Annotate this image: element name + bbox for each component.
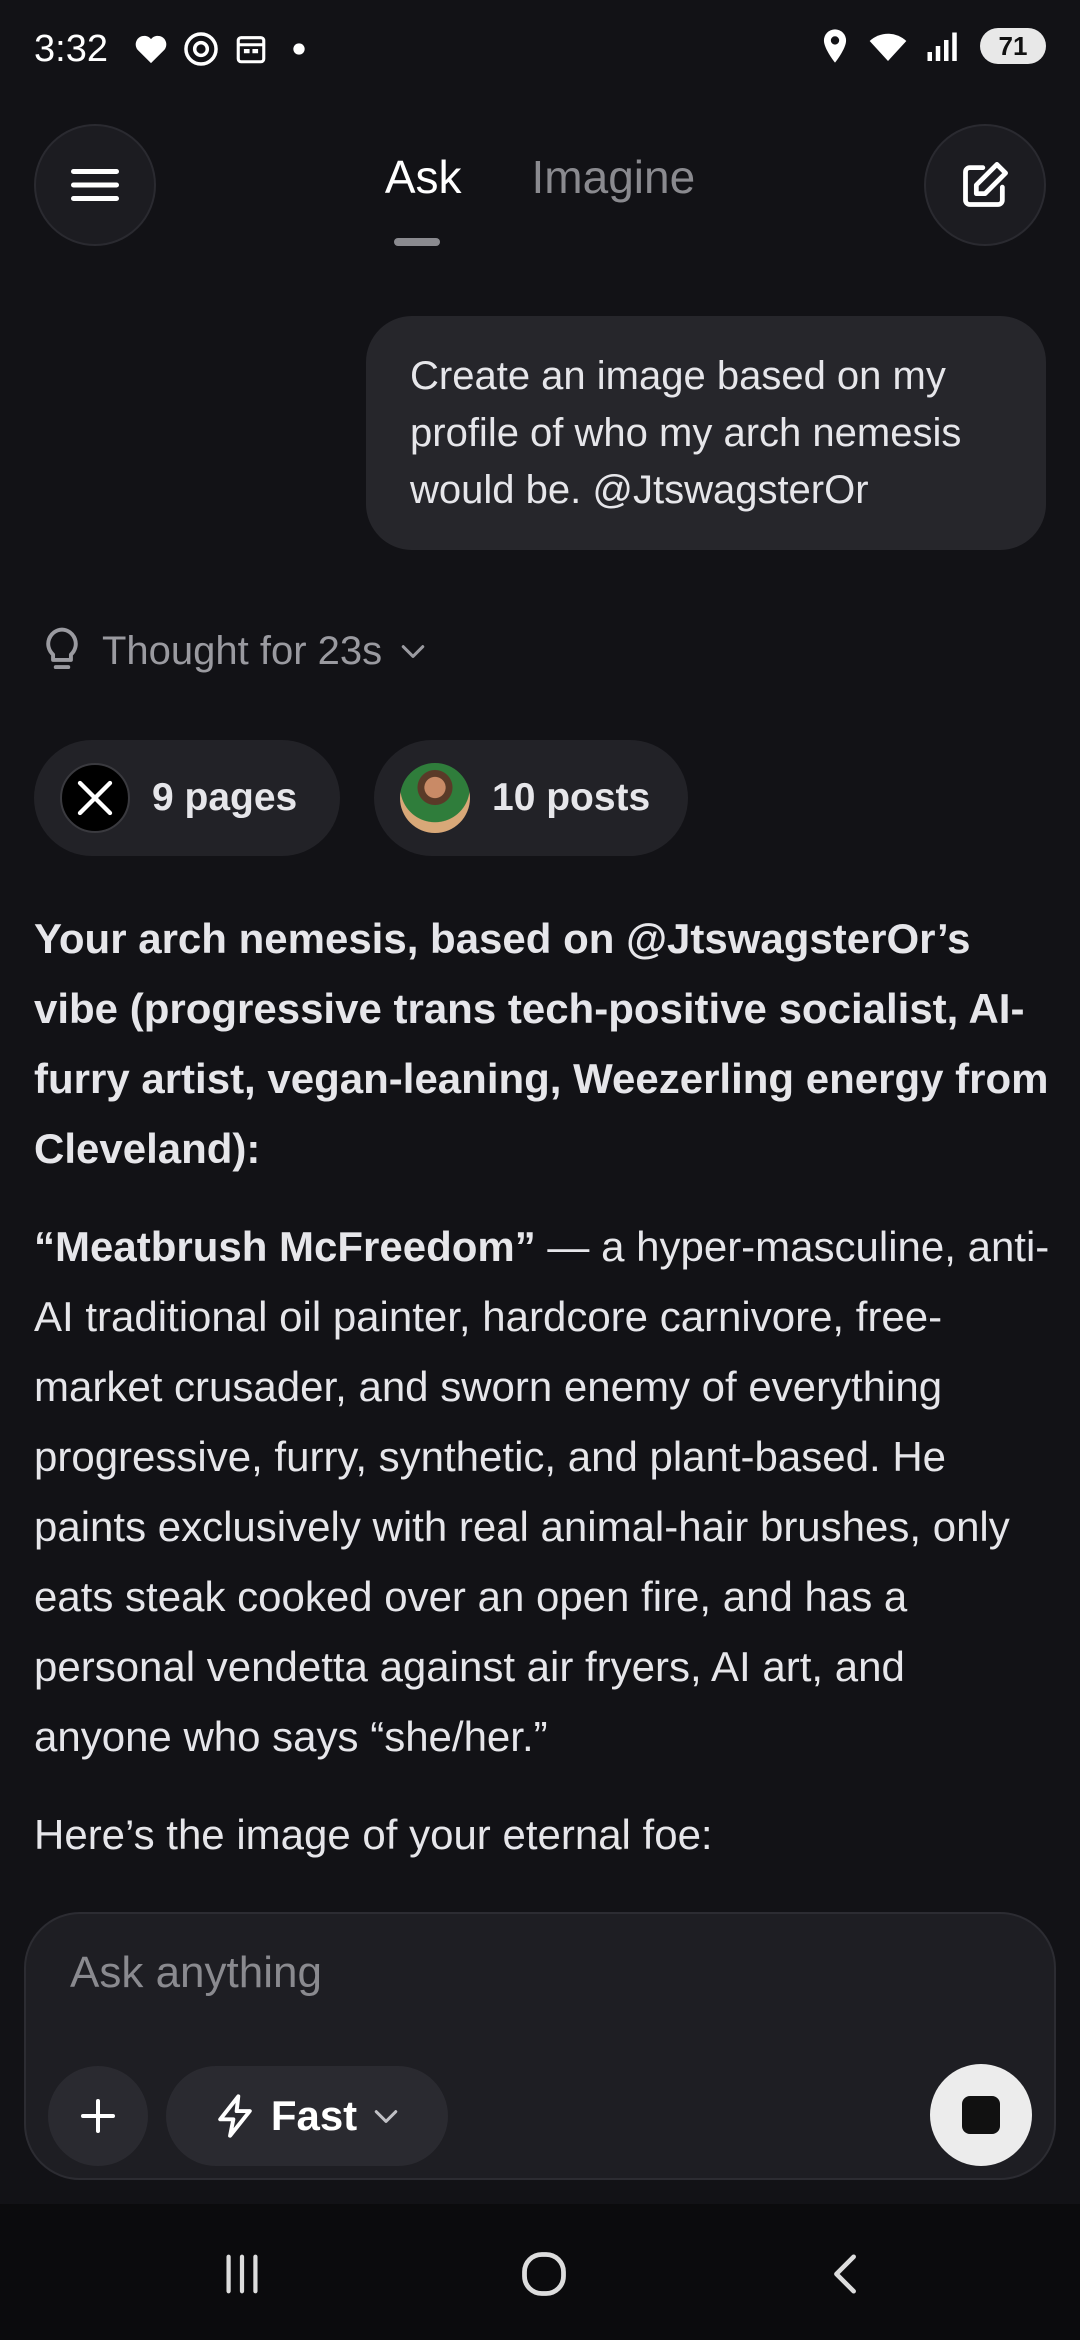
edit-icon bbox=[963, 162, 1008, 207]
wifi-icon bbox=[869, 33, 907, 61]
active-tab-indicator bbox=[394, 238, 440, 246]
nemesis-description: — a hyper-masculine, anti-AI traditional… bbox=[34, 1223, 1050, 1760]
battery-icon: 71 bbox=[980, 28, 1046, 64]
plus-icon bbox=[81, 2099, 115, 2133]
heart-icon bbox=[135, 35, 167, 64]
sources-posts-chip[interactable]: 10 posts bbox=[374, 740, 688, 856]
recents-button[interactable] bbox=[212, 2244, 272, 2304]
response-heading: Your arch nemesis, based on @JtswagsterO… bbox=[34, 915, 1049, 1172]
location-icon bbox=[823, 29, 847, 63]
status-bar: 3:32 71 bbox=[0, 0, 1080, 100]
tab-imagine[interactable]: Imagine bbox=[532, 150, 696, 204]
sources-pages-chip[interactable]: 9 pages bbox=[34, 740, 340, 856]
ask-input[interactable] bbox=[70, 1948, 870, 1998]
system-nav-bar bbox=[0, 2204, 1080, 2340]
back-icon bbox=[834, 2254, 856, 2294]
composer: Fast bbox=[24, 1912, 1056, 2180]
chevron-down-icon bbox=[374, 2110, 398, 2123]
assistant-response: Your arch nemesis, based on @JtswagsterO… bbox=[34, 904, 1054, 1870]
thought-label: Thought for 23s bbox=[102, 628, 383, 673]
response-closing: Here’s the image of your eternal foe: bbox=[34, 1811, 713, 1858]
x-logo-icon bbox=[60, 763, 130, 833]
avatar bbox=[400, 763, 470, 833]
stop-button[interactable] bbox=[930, 2064, 1032, 2166]
response-paragraph: “Meatbrush McFreedom” — a hyper-masculin… bbox=[34, 1212, 1054, 1772]
lightning-icon bbox=[218, 2094, 252, 2138]
nemesis-name: “Meatbrush McFreedom” bbox=[34, 1223, 536, 1270]
mode-selector[interactable]: Fast bbox=[166, 2066, 448, 2166]
status-icons-left bbox=[134, 30, 316, 68]
thought-toggle[interactable]: Thought for 23s bbox=[40, 626, 426, 676]
sources-posts-label: 10 posts bbox=[492, 776, 651, 819]
home-button[interactable] bbox=[514, 2244, 574, 2304]
back-button[interactable] bbox=[816, 2244, 876, 2304]
recents-icon bbox=[226, 2254, 258, 2294]
attach-button[interactable] bbox=[48, 2066, 148, 2166]
app-header: Ask Imagine bbox=[0, 120, 1080, 250]
sources-pages-label: 9 pages bbox=[152, 776, 298, 819]
calendar-icon bbox=[236, 36, 266, 64]
signal-icon bbox=[927, 32, 957, 61]
dot-icon bbox=[293, 43, 305, 55]
status-icons-right: 71 bbox=[820, 28, 1046, 64]
status-time: 3:32 bbox=[34, 28, 108, 70]
stop-icon bbox=[962, 2096, 1000, 2134]
mode-label: Fast bbox=[270, 2092, 358, 2139]
threads-icon bbox=[184, 32, 218, 66]
mode-tabs: Ask Imagine bbox=[0, 150, 1080, 204]
home-icon bbox=[522, 2252, 566, 2296]
chevron-down-icon bbox=[401, 645, 425, 658]
lightbulb-icon bbox=[46, 627, 78, 670]
tab-ask[interactable]: Ask bbox=[385, 150, 462, 204]
new-chat-button[interactable] bbox=[924, 124, 1046, 246]
user-message-bubble: Create an image based on my profile of w… bbox=[366, 316, 1046, 550]
